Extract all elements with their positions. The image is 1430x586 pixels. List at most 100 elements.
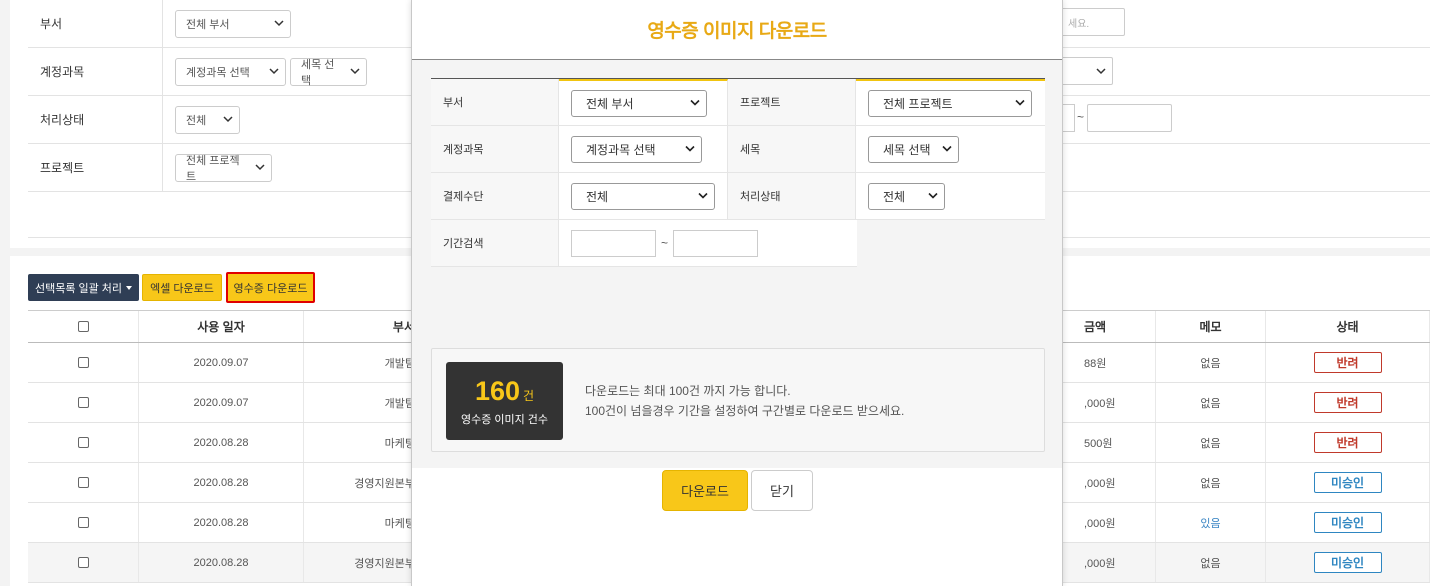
select-value: 전체 프로젝트 <box>883 96 953 111</box>
filter-label: 프로젝트 <box>28 144 163 191</box>
period-end-input[interactable] <box>1087 104 1172 132</box>
header-memo: 메모 <box>1156 311 1266 342</box>
select-value: 전체 <box>883 189 906 204</box>
select-value: 전체 부서 <box>186 18 230 31</box>
receipt-count: 160 <box>474 375 520 406</box>
download-info-text: 다운로드는 최대 100건 까지 가능 합니다. 100건이 넘을경우 기간을 … <box>585 381 904 421</box>
payment-select[interactable] <box>1061 57 1113 85</box>
modal-dept-select[interactable]: 전체 부서 <box>571 89 707 117</box>
info-line-2: 100건이 넘을경우 기간을 설정하여 구간별로 다운로드 받으세요. <box>585 404 905 418</box>
row-status-cell: 반려 <box>1266 423 1430 462</box>
modal-project-select[interactable]: 전체 프로젝트 <box>868 89 1032 117</box>
row-checkbox[interactable] <box>77 517 89 528</box>
row-amount: 88원 <box>1078 343 1156 382</box>
select-value: 세목 선택 <box>883 142 931 157</box>
modal-account-select[interactable]: 계정과목 선택 <box>571 135 702 163</box>
chevron-down-icon <box>690 98 700 108</box>
account-select[interactable]: 계정과목 선택 <box>175 57 286 86</box>
modal-cell-period: ~ <box>559 220 857 266</box>
modal-row-period: 기간검색 ~ <box>431 220 857 267</box>
chevron-down-icon <box>269 67 279 77</box>
row-date: 2020.09.07 <box>139 383 304 422</box>
chevron-down-icon <box>274 19 284 29</box>
period-end-field[interactable] <box>673 229 759 257</box>
row-amount: ,000원 <box>1078 383 1156 422</box>
select-value: 전체 프로젝트 <box>186 154 240 183</box>
modal-row-payment-status: 결제수단 전체 처리상태 전체 <box>431 173 1045 220</box>
period-start-field[interactable] <box>571 229 656 257</box>
modal-label-status: 처리상태 <box>728 173 856 219</box>
caret-down-icon <box>126 285 133 290</box>
modal-label-account: 계정과목 <box>431 126 559 172</box>
row-dept: 개발팀 <box>304 343 428 382</box>
row-checkbox[interactable] <box>77 557 89 568</box>
row-memo: 없음 <box>1156 463 1266 502</box>
chevron-down-icon <box>698 191 708 201</box>
keyword-input[interactable]: 세요. <box>1061 8 1125 36</box>
period-start-input[interactable] <box>1061 104 1075 132</box>
modal-label-payment: 결제수단 <box>431 173 559 219</box>
row-memo: 없음 <box>1156 383 1266 422</box>
row-checkbox-cell <box>28 423 139 462</box>
status-badge: 미승인 <box>1313 552 1382 573</box>
download-button[interactable]: 다운로드 <box>662 470 748 511</box>
row-dept: 마케팅 <box>304 503 428 542</box>
row-checkbox-cell <box>28 543 139 582</box>
row-date: 2020.08.28 <box>139 423 304 462</box>
row-memo: 없음 <box>1156 423 1266 462</box>
receipt-count-unit: 건 <box>523 388 535 403</box>
row-checkbox-cell <box>28 463 139 502</box>
status-badge: 반려 <box>1313 352 1382 373</box>
row-checkbox-cell <box>28 383 139 422</box>
status-badge: 반려 <box>1313 392 1382 413</box>
row-checkbox-cell <box>28 503 139 542</box>
select-value: 세목 선택 <box>301 58 335 87</box>
select-value: 전체 부서 <box>586 96 634 111</box>
batch-process-button[interactable]: 선택목록 일괄 처리 <box>28 274 139 301</box>
chevron-down-icon <box>350 67 360 77</box>
count-line: 160 건 <box>475 376 534 407</box>
modal-row-account-detail: 계정과목 계정과목 선택 세목 세목 선택 <box>431 126 1045 173</box>
row-date: 2020.08.28 <box>139 503 304 542</box>
status-badge: 미승인 <box>1313 512 1382 533</box>
modal-label-period: 기간검색 <box>431 220 559 266</box>
select-all-checkbox[interactable] <box>77 321 89 332</box>
row-status-cell: 미승인 <box>1266 463 1430 502</box>
chevron-down-icon <box>255 163 265 173</box>
row-checkbox[interactable] <box>77 357 89 368</box>
modal-status-select[interactable]: 전체 <box>868 182 945 210</box>
chevron-down-icon <box>223 115 233 125</box>
modal-cell-project: 전체 프로젝트 <box>856 79 1045 125</box>
modal-payment-select[interactable]: 전체 <box>571 182 715 210</box>
row-checkbox[interactable] <box>77 397 89 408</box>
receipt-download-button[interactable]: 영수증 다운로드 <box>226 272 315 303</box>
close-button[interactable]: 닫기 <box>751 470 813 511</box>
row-amount: 500원 <box>1078 423 1156 462</box>
row-date: 2020.09.07 <box>139 343 304 382</box>
dept-select[interactable]: 전체 부서 <box>175 9 291 38</box>
modal-cell-dept: 전체 부서 <box>559 79 728 125</box>
project-select[interactable]: 전체 프로젝트 <box>175 153 272 183</box>
row-amount: ,000원 <box>1078 543 1156 582</box>
row-memo-link[interactable]: 있음 <box>1156 503 1266 542</box>
modal-cell-payment: 전체 <box>559 173 728 219</box>
modal-body: 부서 전체 부서 프로젝트 전체 프로젝트 계정과목 계정과목 선택 세목 세목… <box>412 60 1062 511</box>
row-checkbox-cell <box>28 343 139 382</box>
receipt-download-modal: 영수증 이미지 다운로드 부서 전체 부서 프로젝트 전체 프로젝트 계정과목 … <box>411 0 1063 586</box>
row-checkbox[interactable] <box>77 477 89 488</box>
status-select[interactable]: 전체 <box>175 105 240 134</box>
modal-detail-select[interactable]: 세목 선택 <box>868 135 959 163</box>
filter-label: 계정과목 <box>28 48 163 95</box>
modal-row-dept-project: 부서 전체 부서 프로젝트 전체 프로젝트 <box>431 79 1045 126</box>
row-date: 2020.08.28 <box>139 543 304 582</box>
excel-download-button[interactable]: 엑셀 다운로드 <box>142 274 222 301</box>
header-checkbox-cell <box>28 311 139 342</box>
row-checkbox[interactable] <box>77 437 89 448</box>
modal-label-detail: 세목 <box>728 126 856 172</box>
chevron-down-icon <box>942 144 952 154</box>
modal-label-project: 프로젝트 <box>728 79 856 125</box>
header-date: 사용 일자 <box>139 311 304 342</box>
select-value: 계정과목 선택 <box>186 66 250 79</box>
detail-select[interactable]: 세목 선택 <box>290 57 367 87</box>
filter-label: 처리상태 <box>28 96 163 143</box>
